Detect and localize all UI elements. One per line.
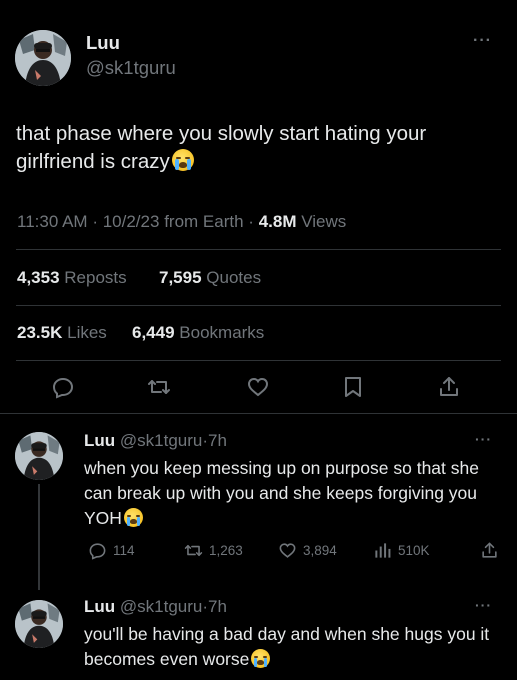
like-icon xyxy=(279,543,296,558)
reply-header: Luu @sk1tguru·7h xyxy=(84,597,227,617)
repost-icon[interactable] xyxy=(147,375,171,399)
repost-count: 1,263 xyxy=(209,543,243,558)
share-icon[interactable] xyxy=(437,375,461,399)
reply-time[interactable]: 7h xyxy=(208,597,227,616)
author-name[interactable]: Luu xyxy=(84,431,115,450)
separator: · xyxy=(92,212,98,231)
reply-text-content: you'll be having a bad day and when she … xyxy=(84,624,490,669)
likes-count: 23.5K xyxy=(17,323,63,342)
loudly-crying-face-icon xyxy=(171,149,194,171)
author-name[interactable]: Luu xyxy=(86,32,120,54)
tweet-text-content: that phase where you slowly start hating… xyxy=(16,122,427,173)
views-action[interactable]: 510K xyxy=(373,541,430,560)
repost-action[interactable]: 1,263 xyxy=(184,541,243,560)
author-handle[interactable]: @sk1tguru xyxy=(86,57,176,79)
loudly-crying-face-icon xyxy=(123,508,143,527)
bookmarks-stat[interactable]: 6,449 Bookmarks xyxy=(132,323,264,343)
reply-text: when you keep messing up on purpose so t… xyxy=(84,456,494,531)
thread-line xyxy=(38,484,40,590)
tweet-date[interactable]: 10/2/23 xyxy=(103,212,160,231)
reply-header: Luu @sk1tguru·7h xyxy=(84,431,227,451)
reply-count: 114 xyxy=(113,543,135,558)
like-icon[interactable] xyxy=(246,375,270,399)
author-handle[interactable]: @sk1tguru xyxy=(120,431,202,450)
divider xyxy=(16,305,501,306)
reply-icon xyxy=(89,543,106,560)
like-action[interactable]: 3,894 xyxy=(278,541,337,560)
more-options-icon[interactable]: ··· xyxy=(475,597,492,613)
avatar[interactable] xyxy=(15,30,71,86)
like-count: 3,894 xyxy=(303,543,337,558)
quotes-label: Quotes xyxy=(206,268,262,287)
quotes-stat[interactable]: 7,595 Quotes xyxy=(159,268,261,288)
repost-icon xyxy=(184,544,203,557)
reposts-label: Reposts xyxy=(64,268,127,287)
top-bar xyxy=(0,0,517,8)
reposts-stat[interactable]: 4,353 Reposts xyxy=(17,268,127,288)
loudly-crying-face-icon xyxy=(251,649,271,668)
share-action[interactable] xyxy=(480,541,499,560)
tweet-source: from Earth xyxy=(164,212,244,231)
divider xyxy=(0,413,517,414)
avatar[interactable] xyxy=(15,432,63,480)
tweet-metadata: 11:30 AM · 10/2/23 from Earth · 4.8M Vie… xyxy=(17,212,346,232)
tweet-time[interactable]: 11:30 AM xyxy=(17,212,88,231)
likes-stat[interactable]: 23.5K Likes xyxy=(17,323,107,343)
more-options-icon[interactable]: ··· xyxy=(473,32,492,50)
quotes-count: 7,595 xyxy=(159,268,202,287)
reply-time[interactable]: 7h xyxy=(208,431,227,450)
views-count: 510K xyxy=(398,543,430,558)
author-name[interactable]: Luu xyxy=(84,597,115,616)
views-icon xyxy=(375,543,391,558)
author-handle[interactable]: @sk1tguru xyxy=(120,597,202,616)
bookmarks-count: 6,449 xyxy=(132,323,175,342)
divider xyxy=(16,249,501,250)
more-options-icon[interactable]: ··· xyxy=(475,431,492,447)
reply-action[interactable]: 114 xyxy=(88,541,135,560)
avatar[interactable] xyxy=(15,600,63,648)
views-label: Views xyxy=(301,212,347,231)
likes-label: Likes xyxy=(67,323,107,342)
reply-text: you'll be having a bad day and when she … xyxy=(84,622,494,672)
separator: · xyxy=(248,212,254,231)
reposts-count: 4,353 xyxy=(17,268,60,287)
bookmarks-label: Bookmarks xyxy=(179,323,265,342)
reply-icon[interactable] xyxy=(51,375,75,399)
views-count: 4.8M xyxy=(258,212,297,231)
share-icon xyxy=(482,542,497,558)
divider xyxy=(16,360,501,361)
reply-text-content: when you keep messing up on purpose so t… xyxy=(84,458,479,528)
tweet-text: that phase where you slowly start hating… xyxy=(16,120,496,176)
bookmark-icon[interactable] xyxy=(341,375,365,399)
